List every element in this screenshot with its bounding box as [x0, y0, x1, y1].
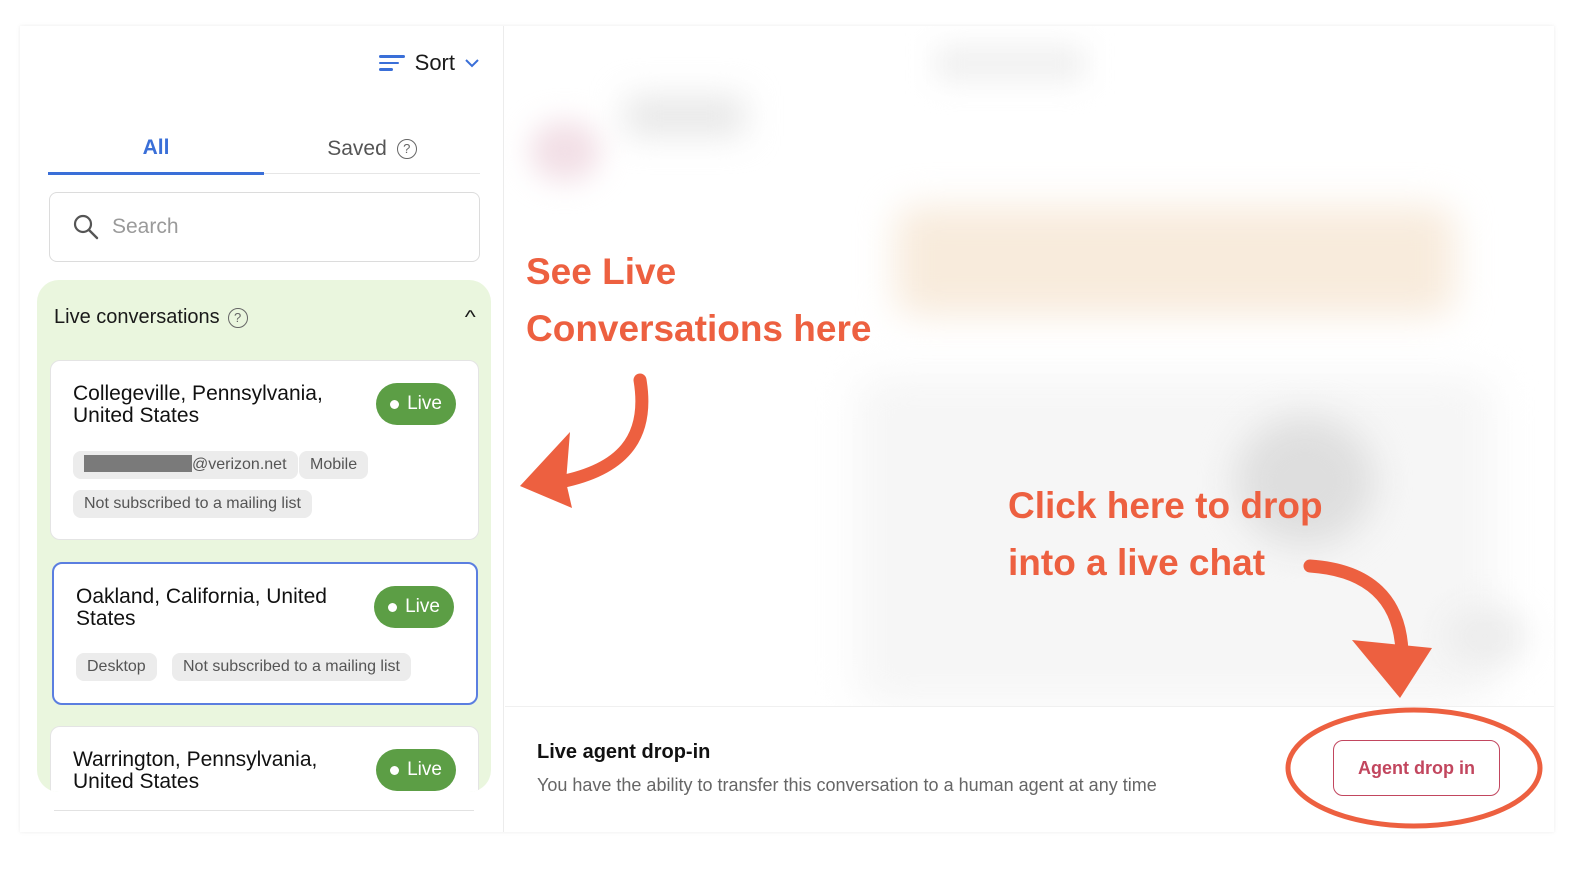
drop-in-bar: Live agent drop-in You have the ability …: [505, 706, 1554, 832]
search-input[interactable]: [112, 215, 452, 239]
conversation-sidebar: Sort All Saved ? Live conversations ? ^: [20, 26, 504, 832]
sort-lines-icon: [378, 51, 405, 75]
sort-label: Sort: [414, 50, 455, 75]
sidebar-divider: [54, 810, 474, 811]
tab-all-label: All: [142, 136, 170, 159]
annotation-line: Click here to drop: [1008, 485, 1323, 526]
chevron-down-icon: [465, 59, 479, 68]
sort-button[interactable]: Sort: [378, 50, 479, 76]
annotation-line: Conversations here: [526, 308, 872, 349]
email-suffix: @verizon.net: [192, 456, 287, 473]
blurred-header: [935, 46, 1085, 81]
live-badge-label: Live: [407, 759, 442, 780]
collapse-chevron-icon[interactable]: ^: [464, 307, 475, 328]
conversation-location: Oakland, California, United States: [76, 585, 327, 630]
search-icon: [73, 214, 99, 240]
live-badge: Live: [376, 749, 456, 791]
conversation-location: Warrington, Pennsylvania, United States: [73, 748, 318, 793]
blurred-name: [625, 96, 745, 136]
tab-saved-label: Saved: [327, 136, 387, 160]
tab-all[interactable]: All: [48, 124, 264, 175]
conversation-location: Collegeville, Pennsylvania, United State…: [73, 382, 323, 427]
live-conversations-title: Live conversations: [54, 306, 220, 328]
annotation-click-here: Click here to drop into a live chat: [1008, 477, 1323, 591]
conversation-card[interactable]: Warrington, Pennsylvania, United States …: [50, 726, 479, 792]
agent-drop-in-button[interactable]: Agent drop in: [1333, 740, 1500, 796]
tab-saved[interactable]: Saved ?: [264, 124, 480, 173]
annotation-line: See Live: [526, 251, 677, 292]
subscription-tag: Not subscribed to a mailing list: [73, 490, 312, 518]
search-box: [49, 192, 480, 262]
redacted-email-bar: [84, 455, 192, 472]
live-conversations-header: Live conversations ? ^: [54, 306, 475, 329]
drop-in-description: You have the ability to transfer this co…: [537, 775, 1157, 795]
blurred-message: [895, 206, 1455, 316]
annotation-see-live: See Live Conversations here: [526, 243, 871, 357]
conversation-card-selected[interactable]: Oakland, California, United States Live …: [52, 562, 478, 705]
drop-in-title: Live agent drop-in: [537, 741, 711, 763]
help-icon[interactable]: ?: [227, 307, 248, 328]
blurred-avatar: [530, 121, 600, 181]
annotation-line: into a live chat: [1008, 542, 1266, 583]
conversation-view-blurred: Live agent drop-in You have the ability …: [505, 26, 1554, 832]
conversation-card[interactable]: Collegeville, Pennsylvania, United State…: [50, 360, 479, 540]
live-dot-icon: [390, 765, 400, 775]
live-conversations-panel: Live conversations ? ^ Collegeville, Pen…: [37, 280, 491, 792]
subscription-tag: Not subscribed to a mailing list: [172, 653, 411, 681]
tab-bar: All Saved ?: [48, 124, 480, 175]
live-badge-label: Live: [407, 393, 442, 414]
app-window: Sort All Saved ? Live conversations ? ^: [20, 26, 1554, 832]
device-tag: Mobile: [299, 451, 369, 479]
live-badge: Live: [376, 383, 456, 425]
help-icon[interactable]: ?: [396, 138, 417, 159]
blurred-element: [1445, 606, 1525, 666]
live-badge-label: Live: [405, 596, 440, 617]
device-tag: Desktop: [76, 653, 157, 681]
live-dot-icon: [390, 399, 400, 409]
live-dot-icon: [388, 602, 398, 612]
email-tag: @verizon.net: [73, 451, 298, 479]
live-badge: Live: [374, 586, 454, 628]
